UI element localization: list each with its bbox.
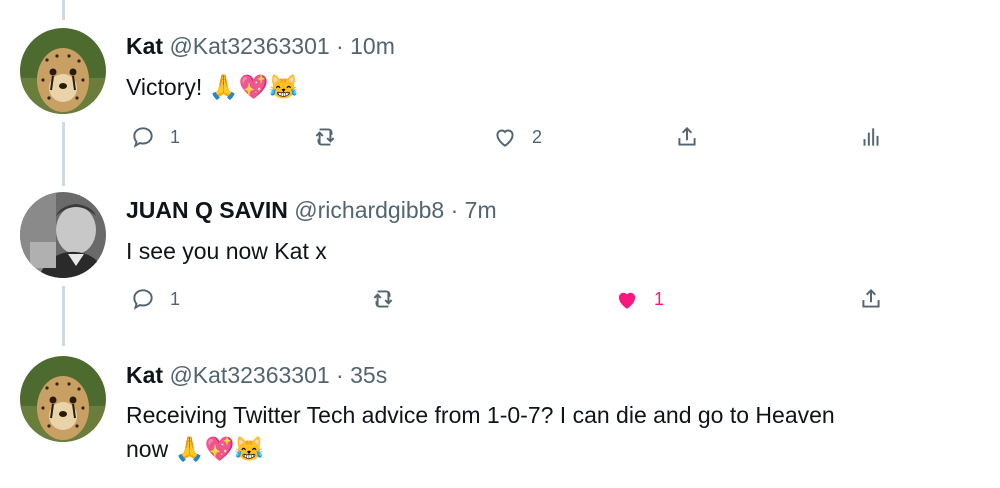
like-icon <box>618 292 636 309</box>
share-icon <box>678 126 696 146</box>
tweet-text-content: I see you now Kat x <box>126 238 327 264</box>
tweet[interactable]: Kat @Kat32363301 · 35s Receiving Twitter… <box>0 340 1000 488</box>
tweet-header: JUAN Q SAVIN @richardgibb8 · 7m <box>126 197 497 224</box>
separator: · <box>336 33 344 59</box>
analytics-button[interactable] <box>858 124 884 150</box>
tweet-text-content: Victory! <box>126 74 203 100</box>
tweet[interactable]: JUAN Q SAVIN @richardgibb8 · 7m I see yo… <box>0 170 1000 340</box>
tweet[interactable]: Kat @Kat32363301 · 10m Victory! 🙏💖😹 1 2 <box>0 0 1000 170</box>
display-name[interactable]: Kat <box>126 33 163 59</box>
share-button[interactable] <box>674 124 700 150</box>
tweet-text-line: now 🙏💖😹 <box>126 432 835 467</box>
like-icon <box>496 129 514 147</box>
tweet-text: Receiving Twitter Tech advice from 1-0-7… <box>126 398 835 467</box>
tweet-actions: 1 2 <box>0 124 1000 160</box>
retweet-icon <box>373 290 393 308</box>
display-name[interactable]: Kat <box>126 362 163 388</box>
reply-icon <box>133 127 153 148</box>
tweet-actions: 1 1 <box>0 286 1000 322</box>
like-button[interactable]: 1 <box>614 286 664 312</box>
retweet-button[interactable] <box>370 286 396 312</box>
tweet-text: I see you now Kat x <box>126 234 327 268</box>
separator: · <box>336 362 344 388</box>
display-name[interactable]: JUAN Q SAVIN <box>126 197 288 223</box>
reply-button[interactable]: 1 <box>130 286 180 312</box>
emoji-group: 🙏💖😹 <box>208 74 299 101</box>
tweet-text: Victory! 🙏💖😹 <box>126 70 298 105</box>
user-handle[interactable]: @richardgibb8 <box>294 197 444 223</box>
reply-icon <box>133 289 153 310</box>
timestamp[interactable]: 35s <box>350 362 387 388</box>
avatar[interactable] <box>20 28 106 114</box>
avatar[interactable] <box>20 356 106 442</box>
tweet-header: Kat @Kat32363301 · 10m <box>126 33 395 60</box>
tweet-text-content: now <box>126 436 169 462</box>
tweet-text-line: Receiving Twitter Tech advice from 1-0-7… <box>126 402 835 428</box>
user-handle[interactable]: @Kat32363301 <box>169 362 329 388</box>
tweet-header: Kat @Kat32363301 · 35s <box>126 362 387 389</box>
timestamp[interactable]: 10m <box>350 33 395 59</box>
share-button[interactable] <box>858 286 884 312</box>
like-button[interactable]: 2 <box>492 124 542 150</box>
user-handle[interactable]: @Kat32363301 <box>169 33 329 59</box>
retweet-icon <box>315 128 335 146</box>
analytics-icon <box>863 128 879 146</box>
timestamp[interactable]: 7m <box>465 197 497 223</box>
avatar[interactable] <box>20 192 106 278</box>
emoji-group: 🙏💖😹 <box>174 436 265 463</box>
like-count: 1 <box>654 288 665 309</box>
share-icon <box>862 288 880 308</box>
reply-button[interactable]: 1 <box>130 124 180 150</box>
reply-count: 1 <box>170 126 181 147</box>
like-count: 2 <box>532 126 543 147</box>
separator: · <box>450 197 459 223</box>
reply-count: 1 <box>170 288 181 309</box>
retweet-button[interactable] <box>312 124 338 150</box>
